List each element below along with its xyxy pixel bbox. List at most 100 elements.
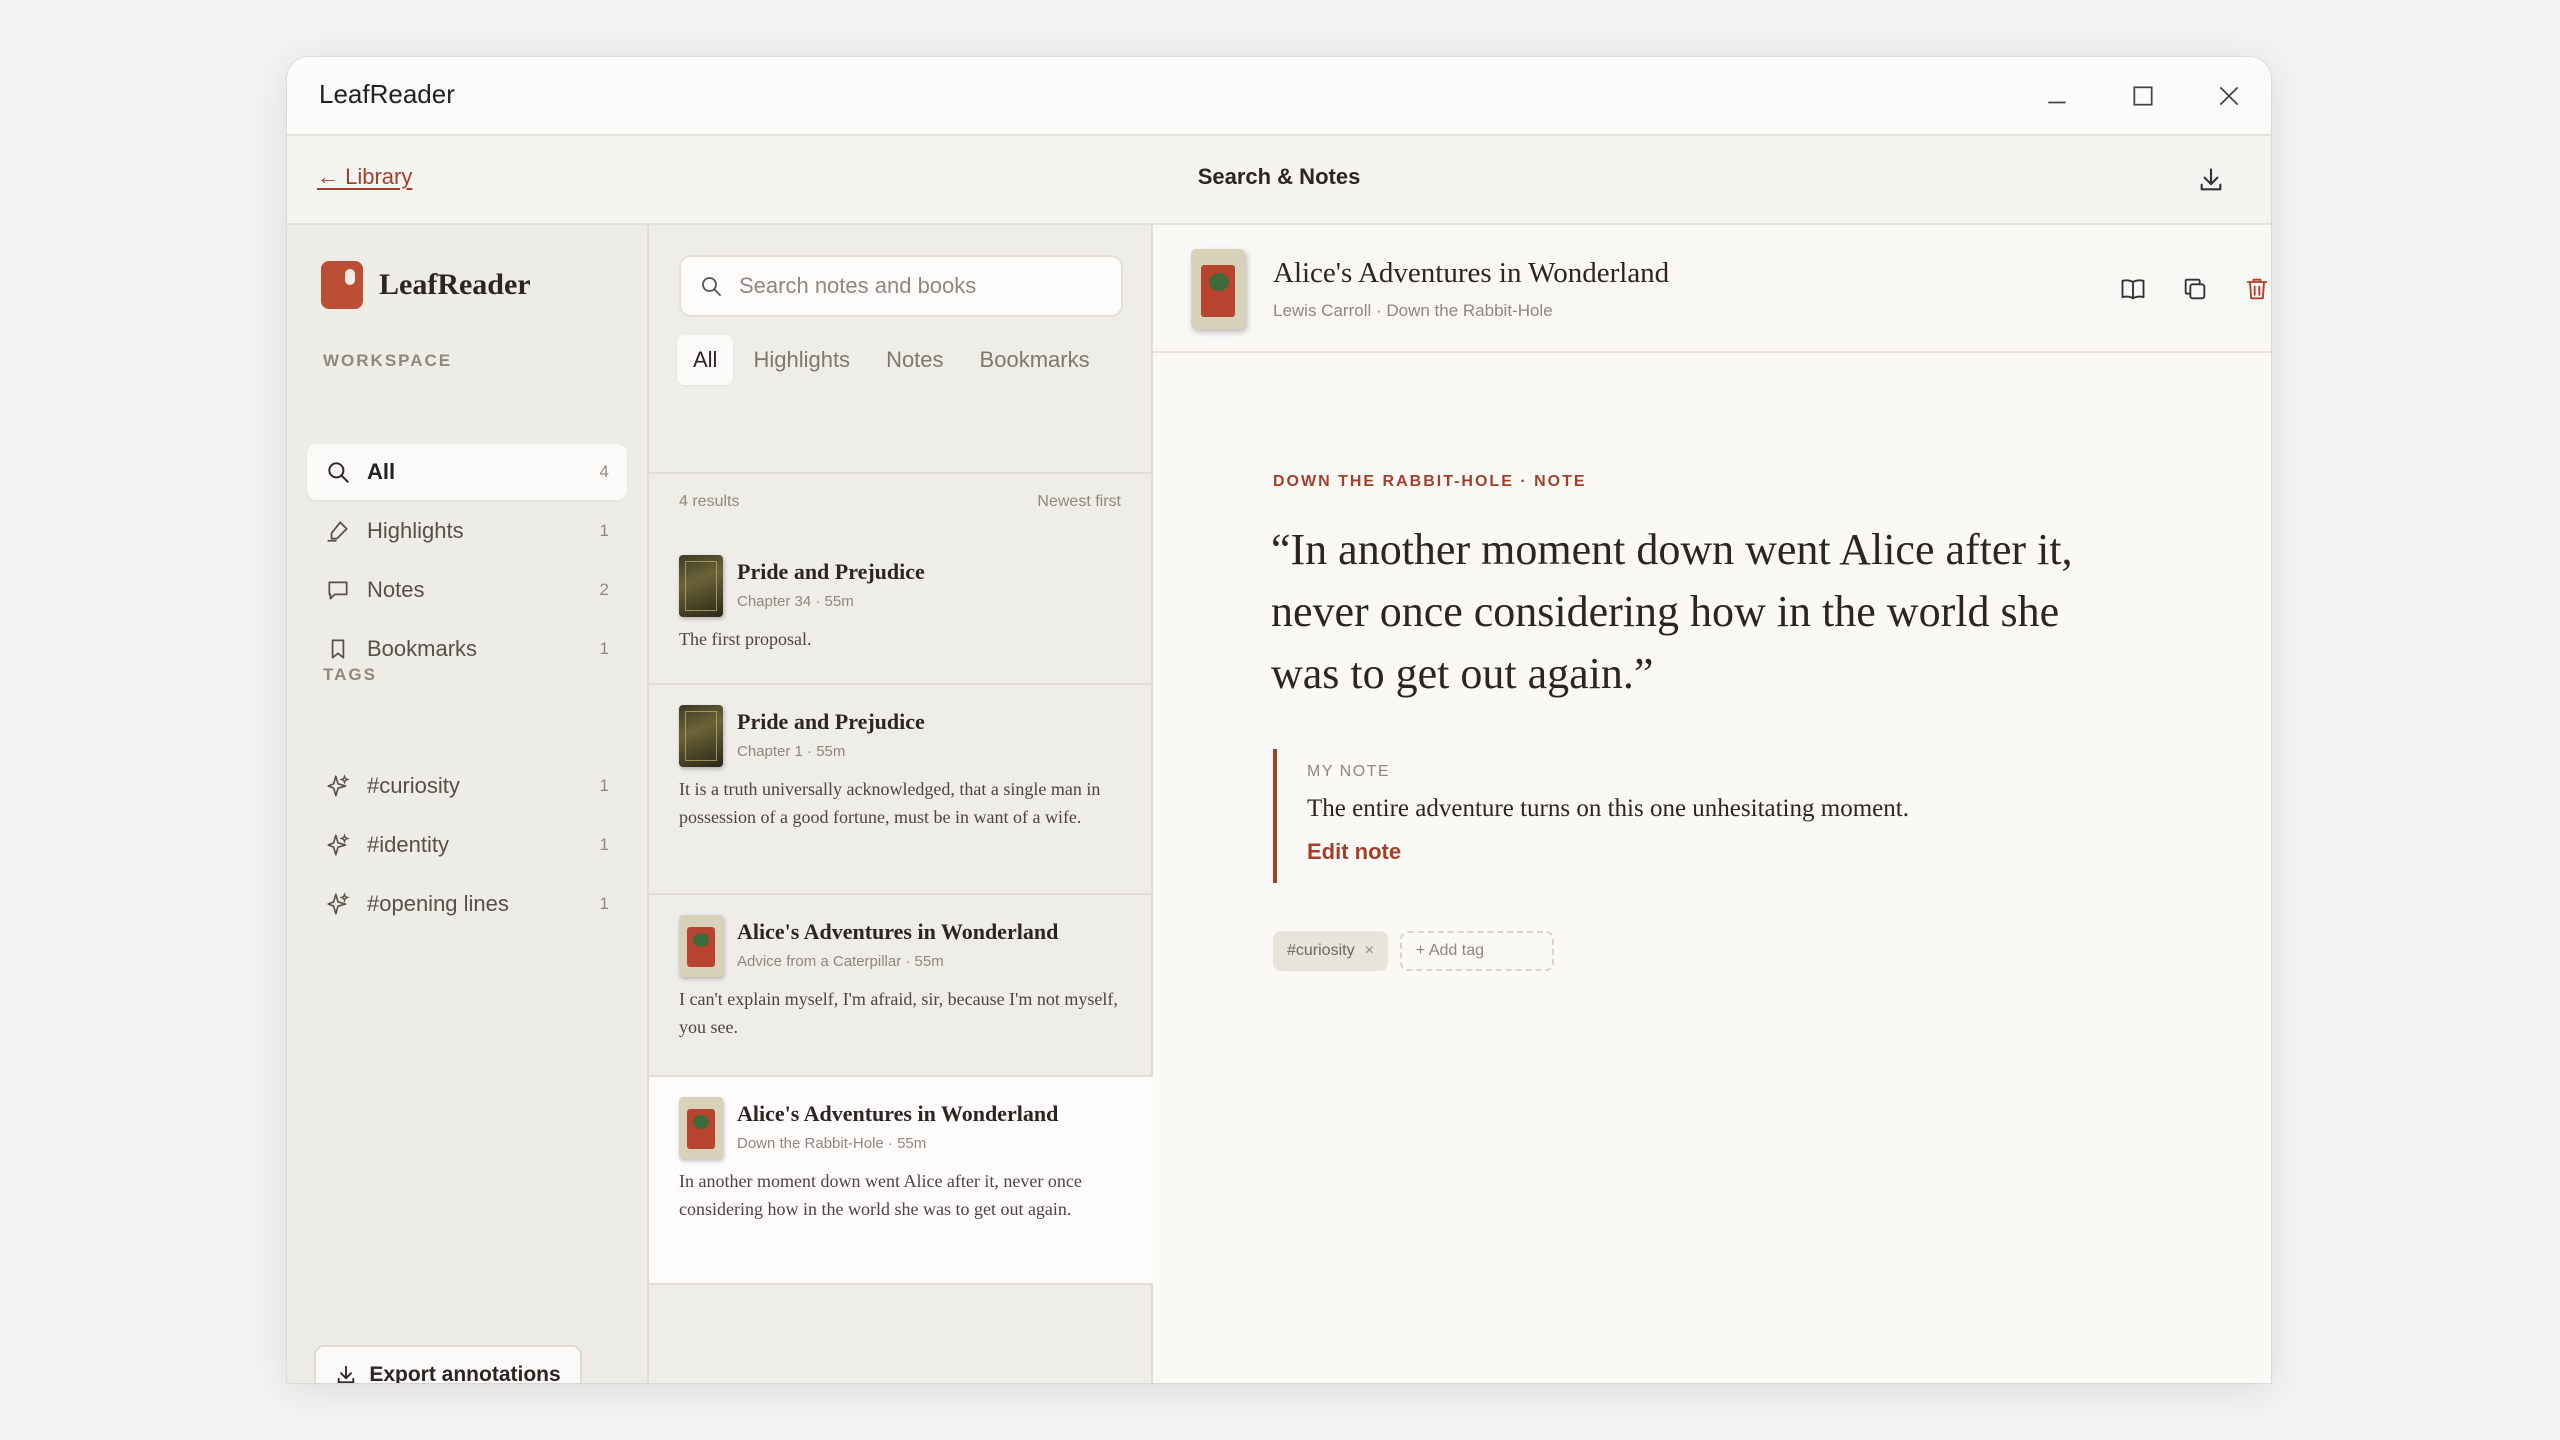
sidebar-item-label: #curiosity	[367, 773, 460, 798]
close-button[interactable]	[2199, 71, 2259, 121]
download-button[interactable]	[2191, 160, 2231, 200]
sidebar-item-label: Notes	[367, 577, 425, 602]
book-title: Alice's Adventures in Wonderland	[1273, 257, 1670, 289]
detail-pane: Alice's Adventures in Wonderland Lewis C…	[1153, 225, 2271, 1383]
minimize-icon	[2048, 101, 2066, 104]
highlight-quote: “In another moment down went Alice after…	[1271, 525, 2073, 698]
copy-button[interactable]	[2175, 269, 2215, 309]
open-book-button[interactable]	[2113, 269, 2153, 309]
copy-icon	[2184, 278, 2206, 300]
results-list-pane: All Highlights Notes Bookmarks 4 results…	[649, 225, 1153, 1383]
card-subtitle: Chapter 1 · 55m	[737, 743, 846, 760]
card-header: Pride and Prejudice Chapter 1 · 55m	[679, 705, 1123, 767]
card-title: Alice's Adventures in Wonderland	[737, 1101, 1059, 1126]
highlighter-icon	[323, 516, 353, 546]
close-icon	[2219, 86, 2239, 106]
sidebar-item-all[interactable]: All 4	[307, 444, 627, 500]
sidebar-item-count: 4	[599, 462, 609, 481]
download-icon	[338, 1365, 355, 1383]
tag-chip-curiosity[interactable]: #curiosity ×	[1273, 931, 1388, 971]
sidebar-item-highlights[interactable]: Highlights 1	[307, 503, 627, 559]
sidebar-item-count: 2	[599, 580, 609, 599]
sparkle-icon	[323, 830, 353, 860]
app-window: LeafReader ← Library Search & Notes Leaf…	[287, 57, 2271, 1383]
remove-tag-icon[interactable]: ×	[1365, 942, 1374, 960]
sidebar-tag-opening-lines[interactable]: #opening lines 1	[307, 876, 627, 932]
sidebar-item-label: #opening lines	[367, 891, 509, 916]
sidebar-item-count: 1	[599, 639, 609, 658]
brand-name: LeafReader	[379, 268, 531, 301]
bookmark-icon	[323, 634, 353, 664]
export-annotations-label: Export annotations	[369, 1363, 561, 1383]
brand-logo-icon	[321, 261, 363, 309]
card-subtitle: Chapter 34 · 55m	[737, 593, 854, 610]
card-excerpt: I can't explain myself, I'm afraid, sir,…	[679, 989, 1118, 1037]
open-book-icon	[2121, 279, 2145, 300]
note-block: MY NOTE The entire adventure turns on th…	[1273, 749, 2093, 883]
title-bar: LeafReader	[287, 57, 2271, 136]
tab-notes[interactable]: Notes	[870, 335, 959, 385]
maximize-button[interactable]	[2113, 71, 2173, 121]
brand: LeafReader	[321, 261, 531, 309]
minimize-button[interactable]	[2027, 71, 2087, 121]
results-count: 4 results	[679, 493, 740, 510]
book-cover	[679, 915, 723, 977]
sidebar-tag-curiosity[interactable]: #curiosity 1	[307, 758, 627, 814]
sparkle-icon	[323, 771, 353, 801]
sidebar-item-count: 1	[599, 521, 609, 540]
card-meta: Pride and Prejudice Chapter 34 · 55m	[737, 555, 925, 610]
card-title: Alice's Adventures in Wonderland	[737, 919, 1059, 944]
book-cover	[679, 705, 723, 767]
note-label: MY NOTE	[1307, 763, 1391, 780]
card-subtitle: Advice from a Caterpillar · 55m	[737, 953, 944, 970]
tab-highlights[interactable]: Highlights	[737, 335, 866, 385]
tab-all[interactable]: All	[677, 335, 734, 385]
sidebar-item-count: 1	[599, 776, 609, 795]
sidebar-item-label: Bookmarks	[367, 636, 478, 661]
list-item[interactable]: Pride and Prejudice Chapter 34 · 55m The…	[649, 535, 1153, 685]
detail-header: Alice's Adventures in Wonderland Lewis C…	[1153, 225, 2271, 353]
export-annotations-button[interactable]: Export annotations	[314, 1345, 582, 1383]
sidebar-item-count: 1	[599, 835, 609, 854]
download-icon	[2200, 168, 2222, 191]
book-subtitle: Lewis Carroll · Down the Rabbit-Hole	[1273, 301, 1553, 320]
book-cover	[679, 555, 723, 617]
search-box[interactable]	[679, 255, 1123, 317]
book-cover	[1191, 249, 1245, 329]
tag-label: #curiosity	[1287, 942, 1355, 959]
card-title: Pride and Prejudice	[737, 559, 925, 584]
trash-icon	[2246, 278, 2268, 300]
sidebar-item-label: #identity	[367, 832, 449, 857]
card-excerpt: The first proposal.	[679, 629, 812, 649]
card-meta: Pride and Prejudice Chapter 1 · 55m	[737, 705, 925, 760]
list-item[interactable]: Alice's Adventures in Wonderland Advice …	[649, 895, 1153, 1077]
edit-note-button[interactable]: Edit note	[1307, 839, 1401, 865]
list-item-selected[interactable]: Alice's Adventures in Wonderland Down th…	[649, 1077, 1153, 1285]
delete-button[interactable]	[2237, 269, 2271, 309]
maximize-icon	[2133, 86, 2153, 106]
sidebar: LeafReader WORKSPACE All 4 Highlights 1 …	[287, 225, 649, 1383]
add-tag-button[interactable]: + Add tag	[1399, 931, 1554, 971]
sort-order-button[interactable]: Newest first	[1037, 493, 1121, 511]
card-meta: Alice's Adventures in Wonderland Advice …	[737, 915, 1058, 970]
annotation-kicker: DOWN THE RABBIT-HOLE · NOTE	[1273, 473, 1587, 490]
book-cover	[679, 1097, 723, 1159]
tab-bookmarks[interactable]: Bookmarks	[964, 335, 1106, 385]
search-icon	[323, 457, 353, 487]
window-title: LeafReader	[319, 79, 455, 109]
sidebar-tag-identity[interactable]: #identity 1	[307, 817, 627, 873]
sidebar-item-label: All	[367, 459, 396, 484]
note-text: The entire adventure turns on this one u…	[1307, 795, 1909, 822]
card-header: Pride and Prejudice Chapter 34 · 55m	[679, 555, 1123, 617]
tags-row: #curiosity × + Add tag	[1273, 931, 1554, 971]
sidebar-item-count: 1	[599, 894, 609, 913]
card-excerpt: In another moment down went Alice after …	[679, 1171, 1082, 1219]
tags-section-label: TAGS	[323, 665, 377, 684]
sidebar-item-notes[interactable]: Notes 2	[307, 562, 627, 618]
header-bar: ← Library Search & Notes	[287, 136, 2271, 225]
note-icon	[323, 575, 353, 605]
search-input[interactable]	[739, 273, 1121, 299]
list-item[interactable]: Pride and Prejudice Chapter 1 · 55m It i…	[649, 685, 1153, 895]
card-header: Alice's Adventures in Wonderland Advice …	[679, 915, 1123, 977]
search-icon	[702, 277, 721, 296]
